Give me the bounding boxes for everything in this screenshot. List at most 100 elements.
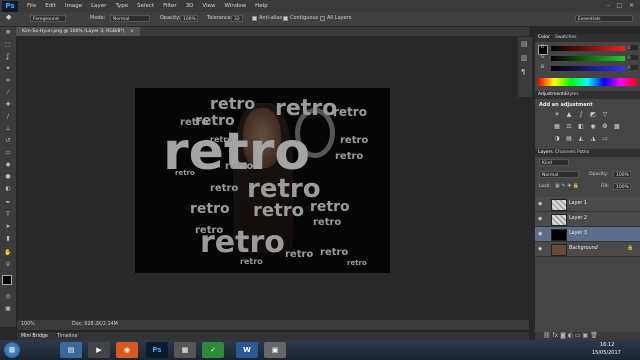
visibility-eye-icon[interactable]: ◉: [538, 201, 542, 207]
blend-mode-select[interactable]: Normal: [539, 171, 579, 178]
red-value[interactable]: 0: [628, 45, 638, 50]
layer-name[interactable]: Layer 2: [569, 216, 587, 221]
contiguous-checkbox[interactable]: [283, 16, 288, 21]
mode-select[interactable]: Normal: [110, 15, 150, 22]
layer-row-selected[interactable]: ◉ Layer 3: [535, 227, 640, 242]
menu-select[interactable]: Select: [137, 3, 154, 9]
layer-row[interactable]: ◉ Layer 2: [535, 212, 640, 227]
tab-channels[interactable]: Channels: [555, 150, 576, 155]
layer-row[interactable]: ◉ Background 🔒: [535, 242, 640, 257]
document-tab[interactable]: Kim-So-Hyun.png @ 100% (Layer 3, RGB/8*)…: [16, 27, 140, 36]
posterize-icon[interactable]: ▤: [565, 135, 573, 143]
menu-layer[interactable]: Layer: [91, 3, 106, 9]
document-canvas[interactable]: retro retro retro retro retro retro retr…: [135, 88, 390, 273]
taskbar-word-icon[interactable]: W: [236, 342, 258, 358]
menu-window[interactable]: Window: [224, 3, 246, 9]
all-layers-checkbox[interactable]: [320, 16, 325, 21]
stamp-icon[interactable]: ⊥: [4, 125, 12, 133]
layer-kind-filter[interactable]: Kind: [539, 159, 569, 166]
green-value[interactable]: 0: [628, 55, 638, 60]
taskbar-app3-icon[interactable]: ▣: [264, 342, 286, 358]
color-lookup-icon[interactable]: ▩: [613, 123, 621, 131]
properties-icon[interactable]: ▥: [521, 54, 528, 62]
channel-mixer-icon[interactable]: ❂: [601, 123, 609, 131]
lasso-icon[interactable]: ʆ: [4, 53, 12, 61]
selective-color-icon[interactable]: ◮: [589, 135, 597, 143]
healing-icon[interactable]: ✚: [4, 101, 12, 109]
green-slider[interactable]: G 0: [541, 55, 638, 61]
tab-mini-bridge[interactable]: Mini Bridge: [21, 334, 48, 339]
menu-help[interactable]: Help: [255, 3, 268, 9]
workspace-select[interactable]: Essentials: [575, 15, 633, 22]
color-spectrum[interactable]: [538, 78, 637, 86]
history-brush-icon[interactable]: ↺: [4, 137, 12, 145]
photo-filter-icon[interactable]: ◉: [589, 123, 597, 131]
dodge-icon[interactable]: ◐: [4, 185, 12, 193]
screen-mode-icon[interactable]: ▣: [4, 305, 12, 313]
path-select-icon[interactable]: ➤: [4, 223, 12, 231]
layer-actions-icon[interactable]: ⛓ fx ◙ ◐ ▭ ▣ 🗑: [543, 332, 598, 339]
layer-row[interactable]: ◉ Layer 1: [535, 197, 640, 212]
pen-icon[interactable]: ✒: [4, 199, 12, 207]
visibility-eye-icon[interactable]: ◉: [538, 246, 542, 252]
opacity-input[interactable]: 100%: [180, 15, 198, 22]
close-icon[interactable]: ✕: [629, 2, 634, 9]
tab-swatches[interactable]: Swatches: [555, 35, 577, 40]
magic-wand-icon[interactable]: ✦: [4, 65, 12, 73]
tab-color[interactable]: Color: [538, 35, 550, 40]
clock-time[interactable]: 16:12: [600, 342, 614, 348]
layer-opacity-input[interactable]: 100%: [613, 171, 631, 178]
menu-file[interactable]: File: [27, 3, 36, 9]
tab-styles[interactable]: Styles: [565, 92, 579, 97]
layer-name[interactable]: Layer 1: [569, 201, 587, 206]
brush-panel-icon[interactable]: ¶: [521, 68, 525, 76]
red-slider[interactable]: R 0: [541, 45, 638, 51]
vibrance-icon[interactable]: ▽: [601, 111, 609, 119]
eraser-icon[interactable]: ▭: [4, 149, 12, 157]
exposure-icon[interactable]: ◩: [589, 111, 597, 119]
crop-icon[interactable]: ⌗: [4, 77, 12, 85]
hue-saturation-icon[interactable]: ▦: [553, 123, 561, 131]
levels-icon[interactable]: ▲: [565, 111, 573, 119]
eyedropper-icon[interactable]: ⁄: [4, 89, 12, 97]
start-button[interactable]: ⊞: [4, 342, 20, 358]
hand-icon[interactable]: ✋: [4, 249, 12, 257]
minimize-icon[interactable]: –: [607, 2, 610, 9]
antialias-checkbox[interactable]: [252, 16, 257, 21]
blue-slider[interactable]: B 0: [541, 65, 638, 71]
visibility-eye-icon[interactable]: ◉: [538, 216, 542, 222]
color-balance-icon[interactable]: ⚖: [565, 123, 573, 131]
maximize-icon[interactable]: □: [616, 2, 622, 9]
tolerance-input[interactable]: 32: [231, 15, 243, 22]
blue-value[interactable]: 0: [628, 65, 638, 70]
taskbar-media-icon[interactable]: ▶: [88, 342, 110, 358]
zoom-level[interactable]: 100%: [21, 322, 35, 327]
zoom-icon[interactable]: ⚲: [4, 261, 12, 269]
threshold-icon[interactable]: ◭: [577, 135, 585, 143]
taskbar-app-icon[interactable]: ▦: [174, 342, 196, 358]
visibility-eye-icon[interactable]: ◉: [538, 231, 542, 237]
taskbar-explorer-icon[interactable]: ▤: [60, 342, 82, 358]
menu-type[interactable]: Type: [115, 3, 128, 9]
tab-adjustments[interactable]: Adjustments: [538, 92, 566, 97]
brightness-icon[interactable]: ☀: [553, 111, 561, 119]
clock-date[interactable]: 15/05/2017: [592, 350, 621, 356]
gradient-map-icon[interactable]: ▭: [601, 135, 609, 143]
blur-icon[interactable]: ●: [4, 173, 12, 181]
invert-icon[interactable]: ◑: [553, 135, 561, 143]
menu-edit[interactable]: Edit: [45, 3, 56, 9]
black-white-icon[interactable]: ◧: [577, 123, 585, 131]
move-icon[interactable]: ✥: [4, 29, 12, 37]
fill-input[interactable]: 100%: [613, 183, 631, 190]
foreground-color-swatch[interactable]: [2, 275, 12, 285]
curves-icon[interactable]: ∫: [577, 111, 585, 119]
marquee-icon[interactable]: ⬚: [4, 41, 12, 49]
menu-image[interactable]: Image: [65, 3, 82, 9]
taskbar-app2-icon[interactable]: ✓: [202, 342, 224, 358]
history-icon[interactable]: ▤: [521, 40, 528, 48]
tab-timeline[interactable]: Timeline: [57, 334, 77, 339]
lock-pixels-icon[interactable]: ▦ ✎ ✥ 🔒: [555, 183, 579, 189]
taskbar-firefox-icon[interactable]: ◉: [116, 342, 138, 358]
type-icon[interactable]: T: [4, 211, 12, 219]
layer-name[interactable]: Layer 3: [569, 231, 587, 236]
